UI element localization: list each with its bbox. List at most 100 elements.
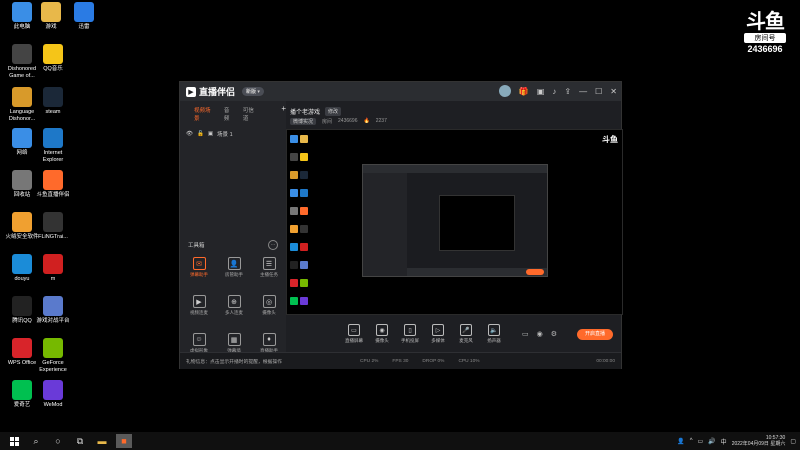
- folder-icon: [41, 2, 61, 22]
- desktop-icon[interactable]: 迅雷: [60, 2, 108, 31]
- desktop-icon[interactable]: Internet Explorer: [29, 128, 77, 164]
- tab-audio[interactable]: 音频: [224, 106, 235, 122]
- platform-icon: [43, 296, 63, 316]
- desktop-icon[interactable]: FLiNGTrai...: [29, 212, 77, 241]
- scene-item[interactable]: 👁 🔓 ▣ 场景 1: [180, 122, 286, 146]
- toolbox-more-icon[interactable]: ···: [268, 240, 278, 250]
- settings-icon[interactable]: ⚙: [551, 330, 557, 338]
- user-avatar[interactable]: [498, 85, 511, 97]
- network-icon[interactable]: ▭: [698, 438, 704, 445]
- close-icon[interactable]: ✕: [610, 87, 617, 96]
- desktop-icon-label: 游戏: [45, 24, 57, 30]
- desktop-icon[interactable]: 斗鱼直播伴侣: [29, 170, 77, 199]
- preview-nested-window: [362, 164, 548, 277]
- tab-channel[interactable]: 可信道: [243, 106, 259, 122]
- scene-icon: ▣: [207, 131, 214, 137]
- ime-indicator[interactable]: 中: [721, 437, 727, 446]
- app-logo-icon: ▶: [186, 86, 196, 97]
- tool-item[interactable]: ◎ 摄像头: [254, 295, 284, 316]
- video-call-icon: ▶: [192, 295, 206, 308]
- share-icon[interactable]: ⇪: [564, 87, 571, 96]
- chevron-up-icon[interactable]: ^: [690, 438, 693, 444]
- room-heat: 2237: [375, 118, 387, 124]
- scene-label: 场景 1: [217, 132, 233, 138]
- tool-label: 主播任务: [260, 272, 278, 277]
- notification-icon[interactable]: ▢: [790, 438, 796, 445]
- tool-label: 弹幕助手: [190, 272, 208, 277]
- taskbar: ⌕ ○ ⧉ ▬ ■ 👤 ^ ▭ 🔊 中 10:57:30 2022年04月09日…: [0, 432, 800, 450]
- record-icon[interactable]: ▭: [522, 330, 529, 338]
- tool-label: 多人连麦: [225, 310, 243, 315]
- desktop-icon-label: douyu: [14, 276, 30, 282]
- volume-icon[interactable]: 🔊: [708, 438, 715, 445]
- ie-icon: [43, 128, 63, 148]
- file-explorer-icon[interactable]: ▬: [94, 434, 110, 448]
- task-view-icon[interactable]: ⧉: [72, 434, 88, 448]
- app-titlebar[interactable]: ▶ 直播伴侣 新版 ▾ 🎁 ▣ ♪ ⇪ — ☐ ✕: [180, 82, 621, 101]
- eye-icon[interactable]: 👁: [186, 131, 193, 137]
- edit-room-button[interactable]: 修改: [325, 107, 342, 116]
- desktop-icon[interactable]: 游戏对战平台: [29, 296, 77, 325]
- room-id-label: 房间: [322, 119, 333, 125]
- bell-icon[interactable]: ♪: [552, 87, 556, 96]
- stream-preview[interactable]: 斗鱼: [286, 129, 623, 315]
- thunder-icon: [74, 2, 94, 22]
- desktop-icon-label: 迅雷: [78, 24, 90, 30]
- scene-tabs: 视频场景 音频 可信道 +: [180, 101, 286, 123]
- control-button[interactable]: ◉ 摄像头: [368, 324, 396, 344]
- preview-toggle-icon[interactable]: ◉: [537, 330, 543, 338]
- search-icon[interactable]: ⌕: [28, 434, 44, 448]
- wall-icon: ▦: [227, 333, 241, 346]
- room-title: 播个老游戏: [290, 110, 321, 116]
- maximize-icon[interactable]: ☐: [595, 87, 602, 96]
- tool-item[interactable]: ⊕ 多人连麦: [219, 295, 249, 316]
- fire-icon: 🔥: [363, 118, 370, 124]
- app-brand: ▶ 直播伴侣 新版 ▾: [186, 85, 264, 98]
- control-button[interactable]: ▭ 直播屏幕: [340, 324, 368, 344]
- tool-item[interactable]: ✉ 弹幕助手: [184, 257, 214, 278]
- desktop-icon[interactable]: QQ音乐: [29, 44, 77, 73]
- tool-item[interactable]: ▦ 弹幕墙: [219, 333, 249, 354]
- source-controls: ▭ 直播屏幕 ◉ 摄像头 ▯ 手机投屏 ▷ 多媒体 🎤 麦克风 🔈 扬声器 ▭ ◉ ⚙ 开启直播: [286, 319, 621, 349]
- desktop-icon-label: 网络: [16, 150, 28, 156]
- tab-video-scene[interactable]: 视频场景: [194, 106, 216, 122]
- nvidia-icon: [43, 338, 63, 358]
- music-icon: [43, 44, 63, 64]
- skin-icon[interactable]: ▣: [537, 87, 545, 96]
- status-item: CPU 2%: [360, 358, 379, 364]
- tool-item[interactable]: ☰ 主播任务: [254, 257, 284, 278]
- start-live-button[interactable]: 开启直播: [577, 329, 613, 340]
- tool-item[interactable]: ▶ 视频连麦: [184, 295, 214, 316]
- start-button[interactable]: [6, 434, 22, 448]
- desktop-icon-label: WeMod: [43, 402, 63, 408]
- preview-watermark: 斗鱼: [602, 135, 618, 144]
- version-dropdown[interactable]: 新版 ▾: [242, 87, 264, 96]
- lock-icon[interactable]: 🔓: [197, 131, 204, 137]
- tool-item[interactable]: ♦ 直播助手: [254, 333, 284, 354]
- main-area: 播个老游戏 修改 微博实况 房间 2436696 🔥 2237 斗鱼 ▭ 直播屏…: [286, 101, 623, 368]
- preview-desktop-icons: [289, 132, 313, 312]
- cortana-icon[interactable]: ○: [50, 434, 66, 448]
- desktop-icon[interactable]: steam: [29, 87, 77, 116]
- control-label: 直播屏幕: [345, 338, 363, 343]
- person-icon[interactable]: 👤: [677, 438, 684, 445]
- control-button[interactable]: ▯ 手机投屏: [396, 324, 424, 344]
- status-item: FPS 30: [392, 358, 409, 364]
- clock[interactable]: 10:57:30 2022年04月09日 星期六: [732, 435, 786, 447]
- tool-item[interactable]: 👤 房管助手: [219, 257, 249, 278]
- douyu-taskbar-icon[interactable]: ■: [116, 434, 132, 448]
- room-category[interactable]: 微博实况: [290, 118, 317, 125]
- tool-label: 视频连麦: [190, 310, 208, 315]
- minimize-icon[interactable]: —: [579, 87, 587, 96]
- desktop-icon[interactable]: GeForce Experience: [29, 338, 77, 374]
- control-button[interactable]: ▷ 多媒体: [424, 324, 452, 344]
- gift-icon[interactable]: 🎁: [519, 87, 529, 96]
- control-label: 多媒体: [431, 338, 445, 343]
- tool-item[interactable]: ☺ 虚拟形象: [184, 333, 214, 354]
- douyu-logo: 斗鱼: [746, 11, 785, 33]
- control-button[interactable]: 🔈 扬声器: [480, 324, 508, 344]
- desktop-icon[interactable]: WeMod: [29, 380, 77, 409]
- trainer-icon: [43, 212, 63, 232]
- control-button[interactable]: 🎤 麦克风: [452, 324, 480, 344]
- desktop-icon[interactable]: m: [29, 254, 77, 283]
